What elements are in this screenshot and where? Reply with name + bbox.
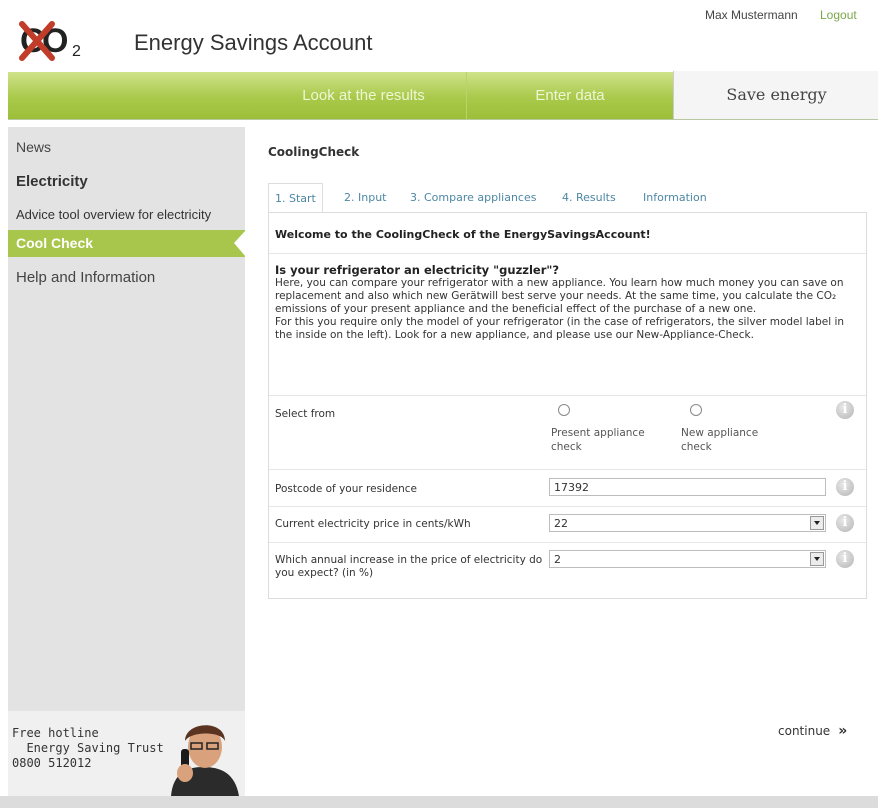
info-icon[interactable]: i [836, 478, 854, 496]
content-tabs: 1. Start 2. Input 3. Compare appliances … [268, 183, 865, 214]
continue-button[interactable]: continue » [778, 723, 847, 739]
divider [269, 469, 866, 470]
sidebar-item-help[interactable]: Help and Information [16, 269, 253, 286]
radio-present-label: Present appliance check [551, 427, 645, 453]
welcome-heading: Welcome to the CoolingCheck of the Energ… [275, 228, 651, 241]
tab-save-energy[interactable]: Save energy [673, 71, 878, 119]
tab-enter-data[interactable]: Enter data [467, 72, 673, 119]
continue-label: continue [778, 724, 831, 738]
tab-input[interactable]: 2. Input [338, 183, 392, 213]
hotline-person-photo [163, 711, 245, 796]
info-icon[interactable]: i [836, 514, 854, 532]
tab-compare-appliances[interactable]: 3. Compare appliances [404, 183, 542, 213]
tab-look-at-results[interactable]: Look at the results [261, 72, 467, 119]
info-icon[interactable]: i [836, 401, 854, 419]
user-name: Max Mustermann [705, 8, 798, 22]
footer-bar [0, 796, 878, 808]
radio-new-appliance[interactable] [690, 404, 702, 416]
hotline-text: Free hotline Energy Saving Trust 0800 51… [12, 726, 164, 770]
chevron-down-icon[interactable] [810, 552, 824, 566]
co2-logo: C O 2 [18, 18, 88, 62]
price-increase-label: Which annual increase in the price of el… [275, 554, 543, 579]
intro-text: Here, you can compare your refrigerator … [275, 277, 845, 341]
sidebar-item-label: Cool Check [16, 235, 94, 251]
price-increase-select[interactable]: 2 [549, 550, 826, 568]
page-title: CoolingCheck [268, 145, 360, 159]
radio-present-appliance[interactable] [558, 404, 570, 416]
tab-information[interactable]: Information [637, 183, 713, 213]
cooling-check-panel: Welcome to the CoolingCheck of the Energ… [268, 212, 867, 599]
postcode-input[interactable]: 17392 [549, 478, 826, 496]
app-title: Energy Savings Account [134, 30, 373, 55]
sidebar-item-cool-check[interactable]: Cool Check [8, 230, 246, 257]
logout-link[interactable]: Logout [820, 8, 857, 22]
sidebar-item-electricity[interactable]: Electricity [16, 173, 253, 190]
intro-heading: Is your refrigerator an electricity "guz… [275, 263, 560, 277]
top-navigation: Look at the results Enter data Save ener… [8, 71, 878, 120]
radio-new-label: New appliance check [681, 427, 759, 453]
divider [269, 542, 866, 543]
active-arrow-icon [234, 230, 246, 257]
tab-start[interactable]: 1. Start [268, 183, 323, 214]
chevron-down-icon[interactable] [810, 516, 824, 530]
select-from-label: Select from [275, 408, 336, 420]
svg-text:2: 2 [72, 43, 81, 60]
price-increase-value: 2 [554, 553, 561, 566]
electricity-price-label: Current electricity price in cents/kWh [275, 518, 471, 530]
double-chevron-right-icon: » [838, 723, 848, 739]
divider [269, 395, 866, 396]
hotline-box: Free hotline Energy Saving Trust 0800 51… [8, 711, 245, 796]
tab-results[interactable]: 4. Results [556, 183, 622, 213]
electricity-price-select[interactable]: 22 [549, 514, 826, 532]
divider [269, 253, 866, 254]
info-icon[interactable]: i [836, 550, 854, 568]
electricity-price-value: 22 [554, 517, 568, 530]
divider [269, 506, 866, 507]
sidebar: News Electricity Advice tool overview fo… [8, 127, 246, 796]
sidebar-item-news[interactable]: News [16, 139, 253, 155]
postcode-label: Postcode of your residence [275, 483, 417, 495]
sidebar-item-advice-tool[interactable]: Advice tool overview for electricity [16, 207, 253, 222]
